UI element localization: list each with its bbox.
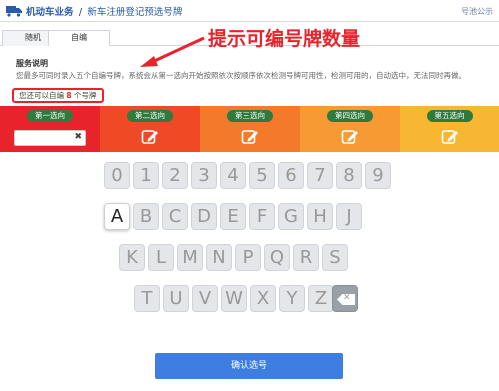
- key-8[interactable]: 8: [336, 162, 362, 189]
- key-n[interactable]: N: [206, 244, 232, 271]
- key-4[interactable]: 4: [220, 162, 246, 189]
- key-u[interactable]: U: [163, 285, 189, 312]
- choice-4: 第四选向: [300, 106, 400, 152]
- annotation-text: 提示可编号牌数量: [208, 28, 361, 50]
- key-7[interactable]: 7: [307, 162, 333, 189]
- key-f[interactable]: F: [249, 203, 275, 230]
- choice-1: 第一选向 ✖: [0, 106, 100, 152]
- choice-bands: 第一选向 ✖ 第二选向 第三选向 第四选向 第五选向: [0, 106, 499, 152]
- key-y[interactable]: Y: [279, 285, 305, 312]
- choice-1-label: 第一选向: [27, 110, 73, 122]
- title-main: 机动车业务: [26, 7, 74, 18]
- service-description: 您最多可同时录入五个自编号牌，系统会从第一选向开始按照依次按顺序依次检测号牌可用…: [16, 71, 466, 80]
- key-m[interactable]: M: [177, 244, 203, 271]
- key-q[interactable]: Q: [264, 244, 290, 271]
- title-sub: 新车注册登记预选号牌: [87, 7, 183, 18]
- title-separator: /: [78, 7, 83, 18]
- header-bar: 机动车业务 / 新车注册登记预选号牌 号池公示: [0, 0, 499, 22]
- choice-5-label: 第五选向: [426, 110, 473, 122]
- quota-badge: 您还可以自编 8 个号牌: [12, 88, 104, 103]
- key-g[interactable]: G: [278, 203, 304, 230]
- service-title: 服务说明: [16, 59, 48, 68]
- key-d[interactable]: D: [191, 203, 217, 230]
- quota-suffix: 个号牌: [74, 91, 97, 100]
- key-1[interactable]: 1: [133, 162, 159, 189]
- key-x[interactable]: X: [250, 285, 276, 312]
- key-b[interactable]: B: [133, 203, 159, 230]
- confirm-button[interactable]: 确认选号: [155, 353, 343, 379]
- choice-3: 第三选向: [200, 106, 300, 152]
- key-z[interactable]: Z: [308, 285, 334, 312]
- choice-2: 第二选向: [100, 106, 200, 152]
- choice-2-label: 第二选向: [127, 110, 173, 122]
- key-p[interactable]: P: [235, 244, 261, 271]
- key-c[interactable]: C: [162, 203, 188, 230]
- key-6[interactable]: 6: [278, 162, 304, 189]
- page-title: 机动车业务 / 新车注册登记预选号牌: [26, 4, 182, 18]
- truck-icon: [6, 6, 22, 17]
- key-s[interactable]: S: [322, 244, 348, 271]
- key-0[interactable]: 0: [104, 162, 130, 189]
- key-l[interactable]: L: [148, 244, 174, 271]
- annotation-arrow-icon: [140, 36, 205, 67]
- key-j[interactable]: J: [336, 203, 362, 230]
- plate-keyboard: 0 1 2 3 4 5 6 7 8 9 A B C D E F G H J K …: [100, 156, 400, 320]
- edit-icon[interactable]: [441, 128, 459, 146]
- key-t[interactable]: T: [134, 285, 160, 312]
- choice-1-input[interactable]: ✖: [14, 130, 86, 146]
- key-a[interactable]: A: [104, 203, 130, 230]
- quota-prefix: 您还可以自编: [19, 91, 64, 100]
- backspace-x-icon: ✕: [343, 293, 351, 303]
- pool-notice-link[interactable]: 号池公示: [461, 6, 493, 17]
- choice-5: 第五选向: [400, 106, 499, 152]
- choice-4-label: 第四选向: [327, 110, 373, 122]
- key-2[interactable]: 2: [162, 162, 188, 189]
- key-w[interactable]: W: [221, 285, 247, 312]
- backspace-key[interactable]: ✕: [332, 285, 358, 312]
- key-3[interactable]: 3: [191, 162, 217, 189]
- choice-3-label: 第三选向: [227, 110, 273, 122]
- edit-icon[interactable]: [241, 128, 259, 146]
- key-v[interactable]: V: [192, 285, 218, 312]
- quota-count: 8: [66, 91, 72, 100]
- edit-icon[interactable]: [141, 128, 159, 146]
- key-9[interactable]: 9: [365, 162, 391, 189]
- page: 机动车业务 / 新车注册登记预选号牌 号池公示 随机 自编 提示可编号牌数量 服…: [0, 0, 499, 391]
- key-k[interactable]: K: [119, 244, 145, 271]
- tab-custom[interactable]: 自编: [48, 30, 110, 46]
- edit-icon[interactable]: [341, 128, 359, 146]
- key-r[interactable]: R: [293, 244, 319, 271]
- clear-icon[interactable]: ✖: [74, 132, 82, 142]
- key-h[interactable]: H: [307, 203, 333, 230]
- key-e[interactable]: E: [220, 203, 246, 230]
- key-5[interactable]: 5: [249, 162, 275, 189]
